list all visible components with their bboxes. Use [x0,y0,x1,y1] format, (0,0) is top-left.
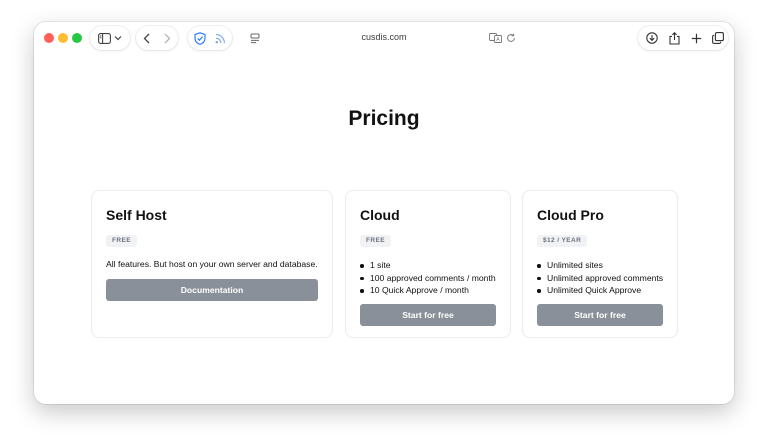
list-item: 100 approved comments / month [360,272,496,285]
plan-name: Cloud Pro [537,207,604,223]
feature-text: 1 site [370,260,391,270]
feature-text: 100 approved comments / month [370,272,496,283]
feature-text: Unlimited approved comments [547,272,664,283]
new-tab-icon[interactable] [684,26,708,50]
share-icon[interactable] [662,26,686,50]
plan-card-self-host: Self Host FREE All features. But host on… [91,190,333,338]
forward-icon[interactable] [156,26,178,50]
rss-icon[interactable] [210,26,230,50]
browser-window: cusdis.com A Pricing Self Host FREE All … [34,22,734,404]
price-badge: FREE [360,235,391,247]
price-badge: FREE [106,235,137,247]
bullet-icon [360,264,364,268]
plan-card-cloud: Cloud FREE 1 site 100 approved comments … [345,190,511,338]
page-content: Pricing Self Host FREE All features. But… [34,56,734,404]
reload-icon[interactable] [501,26,521,50]
plan-name: Self Host [106,207,167,223]
bullet-icon [537,289,541,293]
bullet-icon [537,276,541,280]
back-icon[interactable] [136,26,158,50]
list-item: Unlimited Quick Approve [537,284,663,297]
feature-list: 1 site 100 approved comments / month 10 … [360,259,496,297]
browser-toolbar: cusdis.com A [34,22,734,56]
price-badge: $12 / YEAR [537,235,588,247]
list-item: 1 site [360,259,496,272]
chevron-down-icon[interactable] [108,26,128,50]
plan-card-cloud-pro: Cloud Pro $12 / YEAR Unlimited sites Unl… [522,190,678,338]
list-item: Unlimited sites [537,259,663,272]
feature-text: Unlimited Quick Approve [547,285,642,295]
list-item: 10 Quick Approve / month [360,284,496,297]
start-for-free-button[interactable]: Start for free [360,304,496,326]
download-icon[interactable] [640,26,664,50]
feature-text: 10 Quick Approve / month [370,285,469,295]
documentation-button[interactable]: Documentation [106,279,318,301]
list-item: Unlimited approved comments [537,272,663,285]
address-bar[interactable]: cusdis.com A [241,26,527,50]
bullet-icon [537,264,541,268]
bullet-icon [360,289,364,293]
shield-icon[interactable] [190,26,210,50]
tab-overview-icon[interactable] [706,26,730,50]
page-title: Pricing [348,107,420,130]
bullet-icon [360,276,364,280]
plan-name: Cloud [360,207,400,223]
close-window-button[interactable] [44,33,54,43]
minimize-window-button[interactable] [58,33,68,43]
feature-list: Unlimited sites Unlimited approved comme… [537,259,663,297]
plan-description: All features. But host on your own serve… [106,259,318,269]
start-for-free-button[interactable]: Start for free [537,304,663,326]
feature-text: Unlimited sites [547,260,603,270]
maximize-window-button[interactable] [72,33,82,43]
